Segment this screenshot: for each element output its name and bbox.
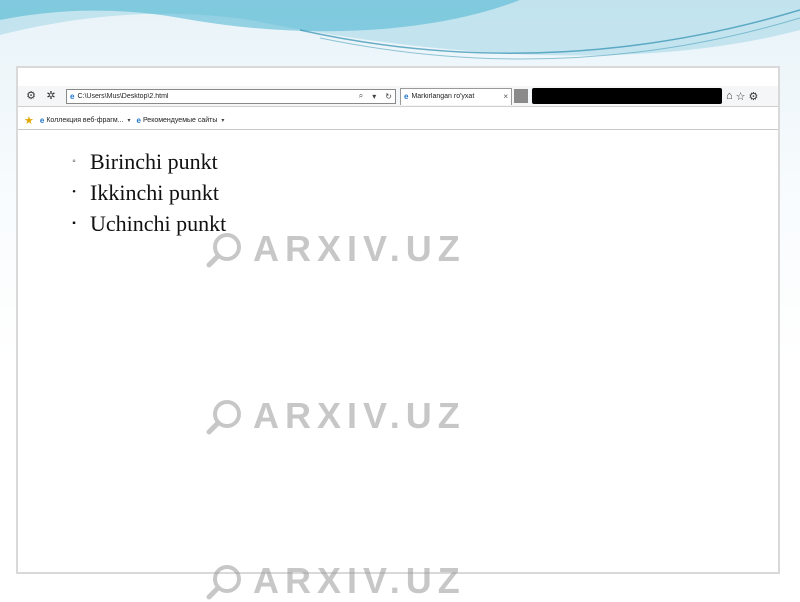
list-item: ◦ Birinchi punkt (62, 146, 226, 177)
favorite-page-icon: e (136, 116, 141, 125)
watermark-text: ARXIV.UZ (253, 395, 466, 436)
favorite-label: Коллекция веб-фрагм... (46, 117, 124, 124)
browser-window: ⚙ ✲ e C:\Users\Mus\Desktop\2.html ⌕ ▾ ↻ … (16, 66, 780, 574)
tools-icon[interactable]: ✲ (44, 89, 58, 103)
watermark-text: ARXIV.UZ (253, 560, 466, 601)
page-content: ◦ Birinchi punkt • Ikkinchi punkt ▪ Uchi… (18, 130, 778, 570)
obscured-area (532, 88, 722, 104)
favorites-bar: ★ e Коллекция веб-фрагм... ▾ e Рекоменду… (18, 112, 778, 130)
new-tab-button[interactable] (514, 89, 528, 103)
favorite-label: Рекомендуемые сайты (142, 117, 218, 124)
favorite-page-icon: e (39, 116, 45, 125)
search-icon[interactable]: ⌕ (356, 91, 366, 101)
watermark-text: ARXIV.UZ (253, 228, 466, 269)
chevron-down-icon: ▾ (127, 118, 131, 124)
favorites-item-suggested-sites[interactable]: e Рекомендуемые сайты ▾ (136, 116, 224, 125)
tab-page-icon: e (404, 92, 409, 101)
watermark: ARXIV.UZ (205, 560, 466, 602)
page-icon: e (70, 91, 75, 101)
circle-bullet-icon: ◦ (72, 156, 76, 167)
magnifier-icon (206, 400, 241, 435)
list-item-label: Birinchi punkt (90, 149, 218, 174)
magnifier-icon (206, 565, 241, 600)
tab-active[interactable]: e Markirlangan ro'yxat × (400, 87, 512, 105)
magnifier-icon (206, 233, 241, 268)
square-bullet-icon: ▪ (72, 218, 76, 229)
tab-title: Markirlangan ro'yxat (411, 93, 475, 100)
browser-toolbar: ⚙ ✲ e C:\Users\Mus\Desktop\2.html ⌕ ▾ ↻ … (18, 86, 778, 107)
gear-icon[interactable]: ⚙ (749, 90, 759, 103)
home-icon[interactable]: ⌂ (726, 90, 733, 103)
list-item: ▪ Uchinchi punkt (62, 208, 226, 239)
window-icons: ⌂ ☆ ⚙ (726, 90, 758, 103)
settings-gear-icon[interactable]: ⚙ (24, 89, 38, 103)
address-bar[interactable]: e C:\Users\Mus\Desktop\2.html ⌕ ▾ ↻ (66, 88, 396, 104)
favorites-star-icon[interactable]: ★ (24, 114, 34, 127)
favorites-star-icon[interactable]: ☆ (736, 90, 746, 103)
bulleted-list: ◦ Birinchi punkt • Ikkinchi punkt ▪ Uchi… (62, 146, 226, 239)
watermark: ARXIV.UZ (205, 228, 466, 270)
disc-bullet-icon: • (72, 186, 76, 198)
address-url: C:\Users\Mus\Desktop\2.html (77, 92, 169, 100)
favorites-item-web-slices[interactable]: e Коллекция веб-фрагм... ▾ (40, 116, 131, 125)
watermark: ARXIV.UZ (205, 395, 466, 437)
list-item: • Ikkinchi punkt (62, 177, 226, 208)
list-item-label: Ikkinchi punkt (90, 180, 219, 205)
refresh-icon[interactable]: ↻ (382, 92, 395, 101)
dropdown-icon[interactable]: ▾ (369, 92, 379, 101)
chevron-down-icon: ▾ (221, 118, 225, 124)
tab-close-icon[interactable]: × (503, 92, 511, 101)
